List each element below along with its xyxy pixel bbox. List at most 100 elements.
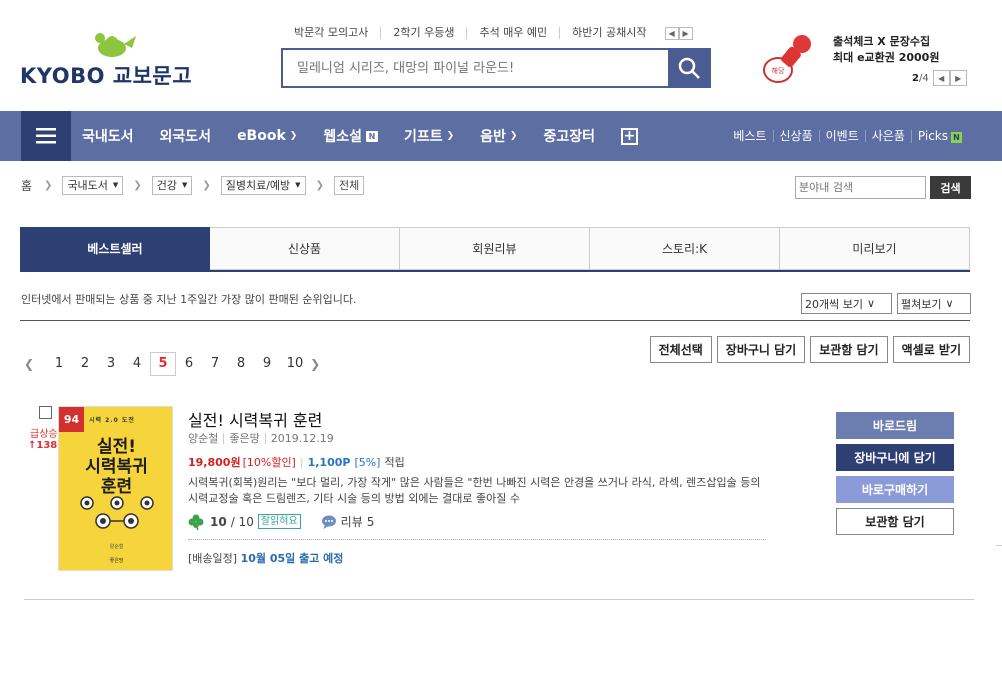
nav-item-domestic[interactable]: 국내도서 (82, 126, 134, 146)
tab-new[interactable]: 신상품 (210, 227, 400, 270)
tab-bestseller[interactable]: 베스트셀러 (20, 227, 210, 270)
book-author[interactable]: 양순철 (188, 433, 223, 444)
book-meta: 양순철 좋은땅 2019.12.19 (188, 433, 339, 444)
reward-points: 1,100P (307, 455, 351, 469)
hot-link[interactable]: 박문각 모의고사 (282, 27, 380, 39)
next-arrow-icon[interactable]: ▶ (949, 70, 967, 86)
page-link[interactable]: 1 (46, 353, 72, 375)
nav-quick-links: 베스트 신상품 이벤트 사은품 Picks N (727, 111, 968, 161)
nav-item-label: 중고장터 (543, 129, 595, 145)
category-search-button[interactable]: 검색 (930, 176, 971, 199)
prev-arrow-icon[interactable]: ◀ (664, 26, 679, 40)
book-publisher[interactable]: 좋은땅 (223, 433, 264, 444)
new-badge: N (951, 131, 962, 143)
page-link[interactable]: 8 (228, 353, 254, 375)
breadcrumb-home[interactable]: 홈 (21, 177, 32, 194)
cover-title: 실전! 시력복귀 훈련 (59, 437, 172, 497)
breadcrumb-level: 국내도서 (67, 179, 108, 192)
nav-link-new[interactable]: 신상품 (772, 130, 819, 142)
divider (188, 539, 766, 540)
menu-button[interactable] (21, 111, 71, 161)
add-to-cart-button[interactable]: 장바구니 담기 (716, 336, 806, 363)
tab-preview[interactable]: 미리보기 (780, 227, 970, 270)
next-page-icon[interactable]: ❯ (310, 357, 320, 371)
hot-link[interactable]: 2학기 우등생 (380, 27, 466, 39)
per-page-select[interactable]: 20개씩 보기 ∨ (801, 293, 892, 314)
hot-link[interactable]: 하반기 공채시작 (559, 27, 658, 39)
nav-item-foreign[interactable]: 외국도서 (160, 126, 212, 146)
page-link-current[interactable]: 5 (150, 352, 177, 376)
nav-link-gift[interactable]: 사은품 (864, 130, 911, 142)
book-price: 19,800원 [10%할인] | 1,100P [5%] 적립 (188, 454, 405, 470)
page-link[interactable]: 3 (98, 353, 124, 375)
breadcrumb-select[interactable]: 국내도서 ▼ (62, 175, 124, 195)
prev-page-icon[interactable]: ❮ (24, 357, 34, 371)
nav-item-label: eBook (237, 128, 286, 144)
page-link[interactable]: 9 (254, 353, 280, 375)
promo-page-total: /4 (918, 72, 929, 84)
tab-story[interactable]: 스토리:K (590, 227, 780, 270)
book-title[interactable]: 실전! 시력복귀 훈련 (188, 407, 322, 431)
rating-badge: 잘읽혀요 (257, 514, 301, 529)
page-link[interactable]: 2 (72, 353, 98, 375)
pickup-button[interactable]: 바로드림 (836, 412, 954, 439)
nav-link-event[interactable]: 이벤트 (818, 130, 865, 142)
plus-icon[interactable]: + (621, 127, 638, 145)
hamburger-icon (36, 128, 56, 144)
buy-now-button[interactable]: 바로구매하기 (836, 476, 954, 503)
review-count[interactable]: 5 (367, 515, 375, 529)
hot-link[interactable]: 추석 매우 예민 (466, 27, 559, 39)
page-link[interactable]: 10 (280, 353, 310, 375)
nav-items: 국내도서 외국도서 eBook ❯ 웹소설 N 기프트 ❯ 음반 ❯ 중고장터 + (82, 111, 638, 161)
prev-arrow-icon[interactable]: ◀ (932, 70, 950, 86)
book-cover[interactable]: 94 시력 2.0 도전 실전! 시력복귀 훈련 양순철 좋은땅 (58, 406, 173, 571)
tab-reviews[interactable]: 회원리뷰 (400, 227, 590, 270)
item-checkbox[interactable] (39, 406, 52, 419)
nav-link-best[interactable]: 베스트 (727, 130, 772, 142)
next-arrow-icon[interactable]: ▶ (678, 26, 693, 40)
main-nav: 국내도서 외국도서 eBook ❯ 웹소설 N 기프트 ❯ 음반 ❯ 중고장터 + 베스… (0, 111, 1002, 161)
page-link[interactable]: 4 (124, 353, 150, 375)
rank-badge: 94 (59, 407, 84, 432)
nav-item-music[interactable]: 음반 ❯ (480, 126, 517, 146)
new-badge: N (365, 130, 378, 142)
search-button[interactable] (668, 50, 709, 86)
nav-item-label: 음반 (480, 129, 506, 145)
promo-page-indicator: 2/4 (912, 73, 929, 84)
site-header: KYOBO 교보문고 박문각 모의고사 2학기 우등생 추석 매우 예민 하반기… (0, 0, 1002, 111)
review-label[interactable]: 리뷰 (341, 513, 363, 530)
nav-link-picks[interactable]: Picks N (910, 129, 968, 143)
dropdown-arrow-icon: ▼ (181, 181, 188, 189)
kyobo-logo[interactable]: KYOBO 교보문고 (20, 30, 200, 88)
nav-item-gift[interactable]: 기프트 ❯ (404, 126, 454, 146)
item-actions: 바로드림 장바구니에 담기 바로구매하기 보관함 담기 (836, 412, 954, 540)
hot-links-pager: ◀ ▶ (664, 26, 693, 40)
category-search-input[interactable] (795, 176, 926, 199)
chevron-right-icon: ❯ (202, 179, 211, 191)
promo-page-current: 2 (912, 72, 919, 84)
page-link[interactable]: 7 (202, 353, 228, 375)
breadcrumb-select[interactable]: 건강 ▼ (151, 175, 193, 195)
export-excel-button[interactable]: 액셀로 받기 (892, 336, 970, 363)
book-summary: 시력복귀(회복)원리는 "보다 멀리, 가장 작게" 많은 사람들은 "한번 나… (188, 476, 761, 505)
list-tabs: 베스트셀러 신상품 회원리뷰 스토리:K 미리보기 (20, 227, 970, 272)
add-to-wishlist-button[interactable]: 보관함 담기 (810, 336, 888, 363)
hot-links: 박문각 모의고사 2학기 우등생 추석 매우 예민 하반기 공채시작 ◀ ▶ (282, 24, 693, 42)
cover-title-line: 시력복귀 (85, 457, 148, 477)
save-to-wishlist-button[interactable]: 보관함 담기 (836, 508, 954, 535)
view-mode-select[interactable]: 펼쳐보기 ∨ (897, 293, 971, 314)
select-all-button[interactable]: 전체선택 (649, 336, 712, 363)
nav-item-used[interactable]: 중고장터 (543, 126, 595, 146)
page-link[interactable]: 6 (176, 353, 202, 375)
nav-item-webnovel[interactable]: 웹소설 N (323, 126, 378, 146)
divider (20, 320, 970, 321)
nav-item-label: 웹소설 (323, 129, 362, 145)
dropdown-arrow-icon: ▼ (295, 181, 301, 189)
breadcrumb-select[interactable]: 질병치료/예방 ▼ (220, 175, 306, 195)
attendance-promo[interactable]: 해당 출석체크 X 문장수집 최대 e교환권 2000원 2/4 ◀ ▶ (760, 30, 990, 90)
add-to-cart-button[interactable]: 장바구니에 담기 (836, 444, 954, 471)
view-mode-value: 펼쳐보기 (901, 297, 942, 311)
nav-item-ebook[interactable]: eBook ❯ (237, 128, 297, 144)
divider: | (299, 455, 304, 469)
search-input[interactable] (283, 50, 668, 86)
